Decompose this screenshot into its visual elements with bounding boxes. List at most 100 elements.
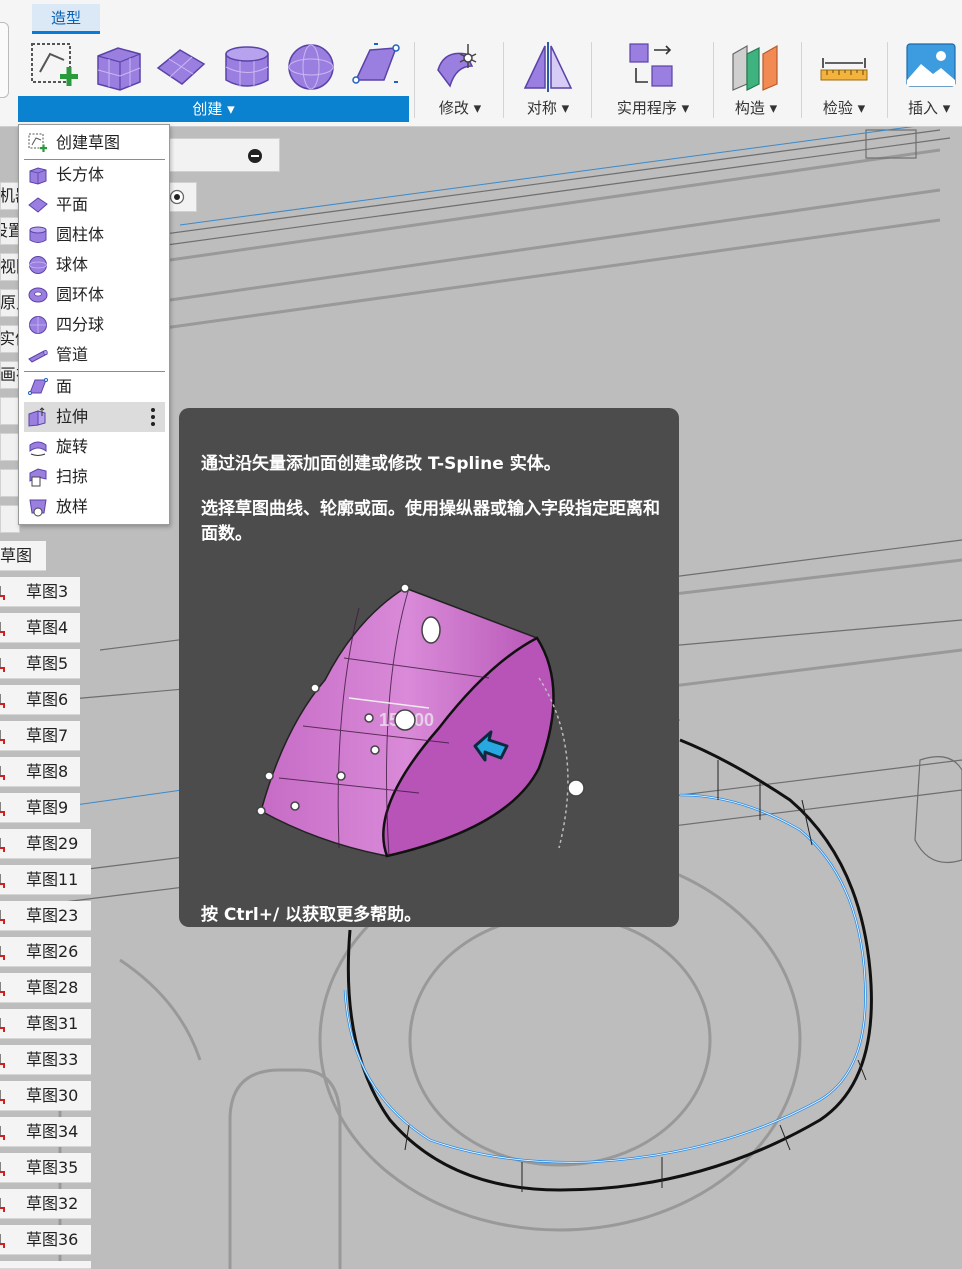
sketch-label: 草图35 <box>26 1158 79 1177</box>
browser-sketch-row[interactable]: 草图6 <box>0 685 80 715</box>
caret-down-icon: ▾ <box>857 99 866 117</box>
browser-sketch-row[interactable]: 草图32 <box>0 1189 91 1219</box>
insert-menu[interactable]: 插入 ▾ <box>898 96 962 122</box>
utilities-menu[interactable]: 实用程序 ▾ <box>603 96 703 122</box>
browser-label: 视图 <box>0 257 19 276</box>
menu-item-sweep[interactable]: 扫掠 <box>24 462 165 492</box>
browser-sketch-row[interactable]: 草图29 <box>0 829 91 859</box>
sketch-icon <box>0 622 5 636</box>
browser-sketch-row[interactable]: 草图7 <box>0 721 80 751</box>
menu-item-label: 平面 <box>56 195 89 214</box>
sketch-icon <box>0 946 5 960</box>
modify-icon[interactable] <box>432 40 486 94</box>
menu-item-label: 面 <box>56 377 73 396</box>
browser-sketch-row[interactable]: 草图35 <box>0 1153 91 1183</box>
browser-row-machine[interactable]: 机器 <box>0 182 20 210</box>
menu-item-loft[interactable]: 放样 <box>24 492 165 522</box>
browser-row-canvas-item[interactable] <box>0 505 20 533</box>
box-icon <box>29 167 47 185</box>
sketch-label: 草图6 <box>26 690 69 709</box>
menu-item-create-sketch[interactable]: 创建草图 <box>24 128 165 158</box>
browser-sketch-row[interactable]: 草图9 <box>0 793 80 823</box>
browser-sketch-row[interactable]: 草图23 <box>0 901 91 931</box>
browser-sketch-row[interactable]: 草图26 <box>0 937 91 967</box>
menu-item-revolve[interactable]: 旋转 <box>24 432 165 462</box>
symmetry-menu[interactable]: 对称 ▾ <box>514 96 582 122</box>
browser-folder-sketches[interactable]: 草图 <box>0 541 46 571</box>
radio-icon[interactable] <box>169 189 185 205</box>
utilities-icon[interactable] <box>626 40 680 94</box>
tooltip-description: 通过沿矢量添加面创建或修改 T-Spline 实体。 <box>201 454 561 474</box>
menu-item-extrude[interactable]: 拉伸 <box>24 402 165 432</box>
menu-item-box[interactable]: 长方体 <box>24 160 165 190</box>
cylinder-icon[interactable] <box>220 40 274 94</box>
browser-sketch-row[interactable]: 草图30 <box>0 1081 91 1111</box>
browser-sketch-row[interactable]: 草图4 <box>0 613 80 643</box>
construct-label: 构造 <box>734 99 765 117</box>
browser-sketch-row[interactable]: 草图28 <box>0 973 91 1003</box>
divider <box>887 42 888 118</box>
menu-item-plane[interactable]: 平面 <box>24 190 165 220</box>
browser-sketch-row[interactable] <box>0 1261 91 1269</box>
create-label: 创建 <box>192 100 223 118</box>
sketch-icon <box>0 1162 5 1176</box>
menu-item-sphere[interactable]: 球体 <box>24 250 165 280</box>
panel-collapse-handle[interactable] <box>0 22 9 98</box>
browser-row-views[interactable]: 视图 <box>0 253 20 281</box>
browser-sketch-row[interactable]: 草图8 <box>0 757 80 787</box>
browser-label: 实体 <box>0 329 19 348</box>
browser-sketch-row[interactable]: 草图34 <box>0 1117 91 1147</box>
menu-item-face[interactable]: 面 <box>24 372 165 402</box>
torus-icon <box>28 287 48 303</box>
inspect-menu[interactable]: 检验 ▾ <box>810 96 878 122</box>
menu-item-label: 放样 <box>56 497 89 516</box>
browser-row-canvas-item[interactable] <box>0 397 20 425</box>
menu-item-cylinder[interactable]: 圆柱体 <box>24 220 165 250</box>
sketch-icon <box>0 1234 5 1248</box>
sketch-icon <box>0 658 5 672</box>
plane-icon <box>28 197 48 213</box>
construct-icon[interactable] <box>729 40 783 94</box>
browser-sketch-row[interactable]: 草图33 <box>0 1045 91 1075</box>
plane-icon[interactable] <box>154 40 208 94</box>
browser-sketch-row[interactable]: 草图11 <box>0 865 91 895</box>
minus-icon[interactable] <box>247 148 263 164</box>
folder-label: 草图 <box>0 546 33 565</box>
menu-item-label: 圆柱体 <box>56 225 105 244</box>
menu-item-label: 拉伸 <box>56 407 89 426</box>
symmetry-icon[interactable] <box>521 40 575 94</box>
sketch-label: 草图7 <box>26 726 69 745</box>
sketch-label: 草图11 <box>26 870 79 889</box>
create-menu-button[interactable]: 创建 ▾ <box>18 96 409 122</box>
browser-sketch-row[interactable]: 草图31 <box>0 1009 91 1039</box>
sketch-icon <box>0 1126 5 1140</box>
browser-sketch-row[interactable]: 草图3 <box>0 577 80 607</box>
construct-menu[interactable]: 构造 ▾ <box>722 96 790 122</box>
browser-sketch-row[interactable]: 草图36 <box>0 1225 91 1255</box>
insert-image-icon[interactable] <box>905 40 959 94</box>
create-sketch-icon[interactable] <box>28 40 82 94</box>
menu-item-torus[interactable]: 圆环体 <box>24 280 165 310</box>
menu-item-label: 旋转 <box>56 437 89 456</box>
browser-sketch-row[interactable]: 草图5 <box>0 649 80 679</box>
browser-row-settings[interactable]: 设置 <box>0 217 20 245</box>
tooltip-instructions: 选择草图曲线、轮廓或面。使用操纵器或输入字段指定距离和面数。 <box>201 499 660 544</box>
measure-icon[interactable] <box>817 40 871 94</box>
more-options-icon[interactable] <box>151 408 155 426</box>
menu-item-quadball[interactable]: 四分球 <box>24 310 165 340</box>
browser-row-canvas-item[interactable] <box>0 433 20 461</box>
face-icon[interactable] <box>350 40 404 94</box>
browser-row-bodies[interactable]: 实体 <box>0 325 20 353</box>
modify-menu[interactable]: 修改 ▾ <box>425 96 495 122</box>
box-icon[interactable] <box>92 40 146 94</box>
sphere-icon[interactable] <box>284 40 338 94</box>
browser-row-origin[interactable]: 原点 <box>0 289 20 317</box>
divider <box>713 42 714 118</box>
tab-model[interactable]: 造型 <box>32 4 100 34</box>
sketch-label: 草图31 <box>26 1014 79 1033</box>
browser-row-canvas[interactable]: 画布 <box>0 361 20 389</box>
menu-item-pipe[interactable]: 管道 <box>24 340 165 370</box>
sweep-icon <box>29 468 47 487</box>
browser-row-canvas-item[interactable] <box>0 469 20 497</box>
sketch-icon <box>0 910 5 924</box>
